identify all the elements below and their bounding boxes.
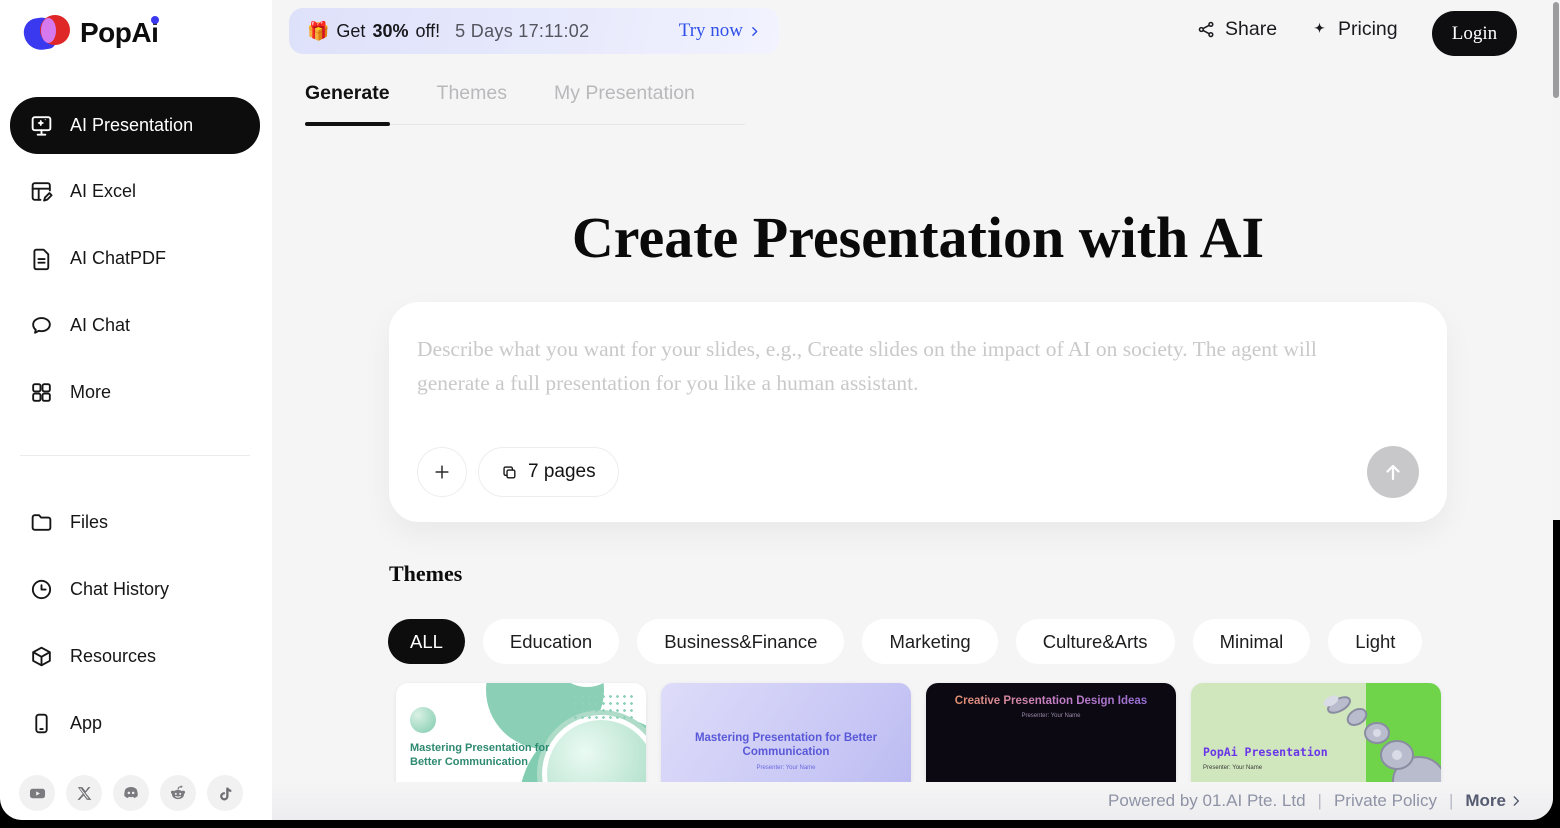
sidebar-item-label: AI Chat [70, 315, 130, 336]
prompt-controls: 7 pages [417, 446, 1419, 498]
scrollbar-thumb[interactable] [1553, 2, 1559, 98]
page-title: Create Presentation with AI [389, 204, 1447, 271]
grid-icon [29, 380, 54, 405]
prompt-input[interactable] [417, 332, 1387, 432]
pricing-label: Pricing [1338, 18, 1398, 41]
decor-dots [572, 693, 634, 721]
login-label: Login [1452, 23, 1497, 45]
try-now-label: Try now [679, 20, 743, 42]
brand-logo-text: PopAi [80, 17, 158, 49]
submit-button[interactable] [1367, 446, 1419, 498]
box-icon [29, 644, 54, 669]
reddit-icon[interactable] [160, 775, 196, 811]
gift-icon: 🎁 [307, 21, 329, 42]
tiktok-icon[interactable] [207, 775, 243, 811]
tab-generate[interactable]: Generate [305, 82, 390, 124]
sidebar-item-label: Chat History [70, 579, 169, 600]
footer-more-label: More [1465, 791, 1506, 811]
folder-icon [29, 510, 54, 535]
footer: Powered by 01.AI Pte. Ltd | Private Poli… [272, 782, 1553, 820]
sidebar: PopAi AI Presentation AI Excel AI ChatPD… [0, 0, 272, 820]
filter-all[interactable]: ALL [388, 619, 465, 664]
clock-icon [29, 577, 54, 602]
sidebar-item-app[interactable]: App [10, 695, 260, 752]
sidebar-item-files[interactable]: Files [10, 494, 260, 551]
decor-circle [410, 707, 436, 733]
pricing-button[interactable]: Pricing [1310, 18, 1398, 41]
sidebar-item-label: AI Presentation [70, 115, 193, 136]
share-label: Share [1225, 18, 1277, 41]
chat-bubble-icon [29, 313, 54, 338]
pages-label: 7 pages [528, 461, 596, 483]
sidebar-item-ai-chatpdf[interactable]: AI ChatPDF [10, 230, 260, 287]
promo-discount: 30% [372, 21, 408, 42]
sidebar-item-label: More [70, 382, 111, 403]
filter-culture-arts[interactable]: Culture&Arts [1016, 619, 1175, 664]
theme-card-presenter: Presenter: Your Name [926, 713, 1176, 719]
footer-more-link[interactable]: More [1465, 791, 1523, 811]
sparkle-icon [1310, 20, 1329, 39]
promo-get-text: Get [336, 21, 365, 42]
discord-icon[interactable] [113, 775, 149, 811]
sidebar-item-more[interactable]: More [10, 364, 260, 421]
tab-bar: Generate Themes My Presentation [305, 82, 745, 125]
promo-off-text: off! [415, 21, 440, 42]
attach-button[interactable] [417, 447, 467, 497]
theme-card-title: Creative Presentation Design Ideas [936, 695, 1166, 707]
plus-icon [432, 462, 452, 482]
theme-filters: ALL Education Business&Finance Marketing… [388, 619, 1422, 664]
x-twitter-icon[interactable] [66, 775, 102, 811]
table-edit-icon [29, 179, 54, 204]
chevron-right-icon [1509, 794, 1523, 808]
sidebar-item-resources[interactable]: Resources [10, 628, 260, 685]
promo-countdown: 5 Days 17:11:02 [455, 21, 589, 42]
filter-minimal[interactable]: Minimal [1193, 619, 1311, 664]
prompt-card: 7 pages [389, 302, 1447, 522]
brand-logo-icon [24, 12, 72, 54]
arrow-up-icon [1381, 460, 1405, 484]
tab-my-presentation[interactable]: My Presentation [554, 82, 695, 124]
chevron-right-icon [748, 25, 761, 38]
sidebar-item-ai-presentation[interactable]: AI Presentation [10, 97, 260, 154]
sidebar-item-label: AI ChatPDF [70, 248, 166, 269]
filter-light[interactable]: Light [1328, 619, 1422, 664]
privacy-policy-link[interactable]: Private Policy [1334, 791, 1437, 811]
social-links [19, 775, 243, 811]
sidebar-item-label: Resources [70, 646, 156, 667]
sidebar-item-ai-chat[interactable]: AI Chat [10, 297, 260, 354]
sidebar-divider [20, 455, 250, 456]
theme-card-presenter: Presenter: Your Name [1203, 765, 1262, 771]
sidebar-item-label: AI Excel [70, 181, 136, 202]
themes-heading: Themes [389, 561, 462, 587]
filter-marketing[interactable]: Marketing [862, 619, 997, 664]
sidebar-item-label: App [70, 713, 102, 734]
share-button[interactable]: Share [1197, 18, 1277, 41]
try-now-link[interactable]: Try now [679, 20, 761, 42]
app-window: 🎁 Get 30% off! 5 Days 17:11:02 Try now S… [0, 0, 1553, 820]
filter-education[interactable]: Education [483, 619, 619, 664]
filter-business-finance[interactable]: Business&Finance [637, 619, 844, 664]
footer-divider: | [1318, 791, 1322, 811]
brand-logo[interactable]: PopAi [24, 12, 158, 54]
share-icon [1197, 20, 1216, 39]
youtube-icon[interactable] [19, 775, 55, 811]
pages-selector[interactable]: 7 pages [478, 447, 619, 497]
promo-banner[interactable]: 🎁 Get 30% off! 5 Days 17:11:02 Try now [289, 8, 779, 54]
presentation-icon [29, 113, 54, 138]
sidebar-item-chat-history[interactable]: Chat History [10, 561, 260, 618]
tab-themes[interactable]: Themes [437, 82, 507, 124]
powered-by-text: Powered by 01.AI Pte. Ltd [1108, 791, 1306, 811]
theme-card-title: Mastering Presentation for Better Commun… [681, 731, 891, 759]
sidebar-item-ai-excel[interactable]: AI Excel [10, 163, 260, 220]
theme-card-title: Mastering Presentation for Better Commun… [410, 741, 570, 769]
document-icon [29, 246, 54, 271]
copy-icon [501, 464, 518, 481]
phone-icon [29, 711, 54, 736]
theme-card-presenter: Presenter: Your Name [661, 765, 911, 771]
login-button[interactable]: Login [1432, 11, 1517, 56]
sidebar-item-label: Files [70, 512, 108, 533]
footer-divider: | [1449, 791, 1453, 811]
theme-card-title: PopAi Presentation [1203, 745, 1328, 759]
